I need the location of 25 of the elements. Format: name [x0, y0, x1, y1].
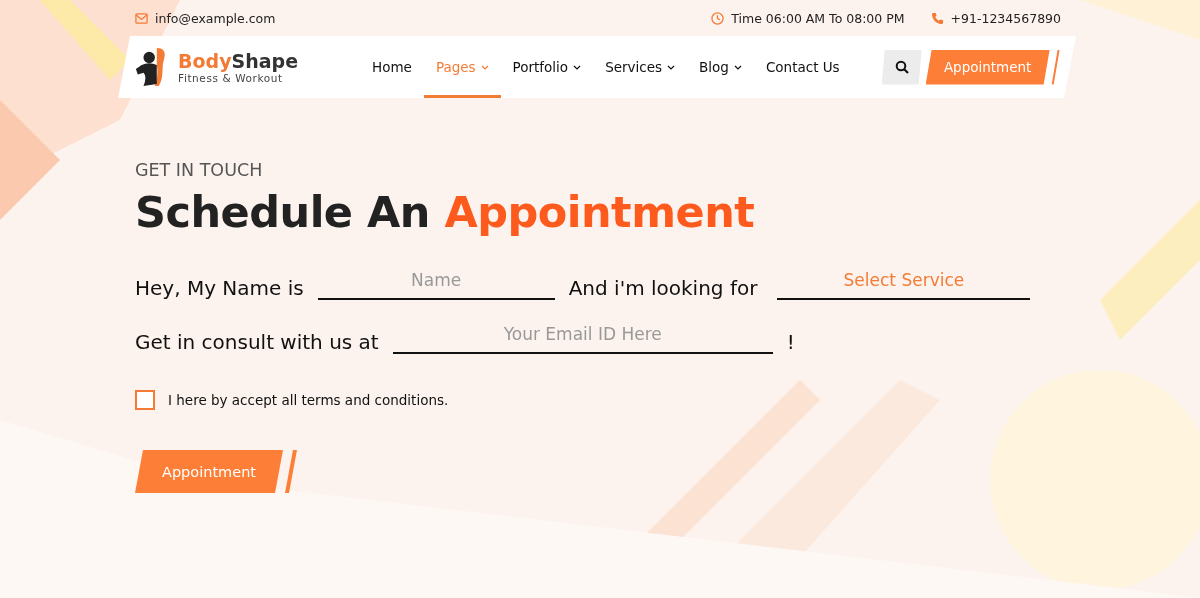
nav-link[interactable]: Services — [593, 36, 688, 98]
hours-text: Time 06:00 AM To 08:00 PM — [731, 10, 905, 26]
section-eyebrow: GET IN TOUCH — [135, 160, 264, 180]
nav-link[interactable]: Blog — [687, 36, 754, 98]
nav-link[interactable]: Contact Us — [753, 36, 852, 98]
phone-text: +91-1234567890 — [950, 10, 1061, 26]
nav-link[interactable]: Portfolio — [500, 36, 594, 98]
search-icon — [894, 60, 909, 74]
nav-link[interactable]: Home — [360, 36, 424, 98]
logo-tagline: Fitness & Workout — [178, 72, 284, 84]
name-field[interactable]: Name — [317, 268, 555, 300]
clock-icon — [711, 11, 725, 25]
form-text: Get in consult with us at — [135, 330, 379, 354]
mail-icon — [135, 11, 148, 25]
form-text: ! — [786, 330, 795, 354]
email-text: info@example.com — [155, 10, 276, 26]
form-text: Hey, My Name is — [135, 276, 304, 300]
logo-name: BodyShape — [178, 50, 299, 72]
terms-checkbox[interactable] — [135, 390, 155, 410]
email-field[interactable]: Your Email ID Here — [392, 322, 773, 354]
section-title: Schedule An Appointment — [135, 186, 756, 239]
search-button[interactable] — [881, 49, 922, 85]
form-text: And i'm looking for — [568, 276, 758, 300]
phone-icon — [930, 11, 944, 25]
terms-label: I here by accept all terms and conditions. — [168, 392, 449, 408]
